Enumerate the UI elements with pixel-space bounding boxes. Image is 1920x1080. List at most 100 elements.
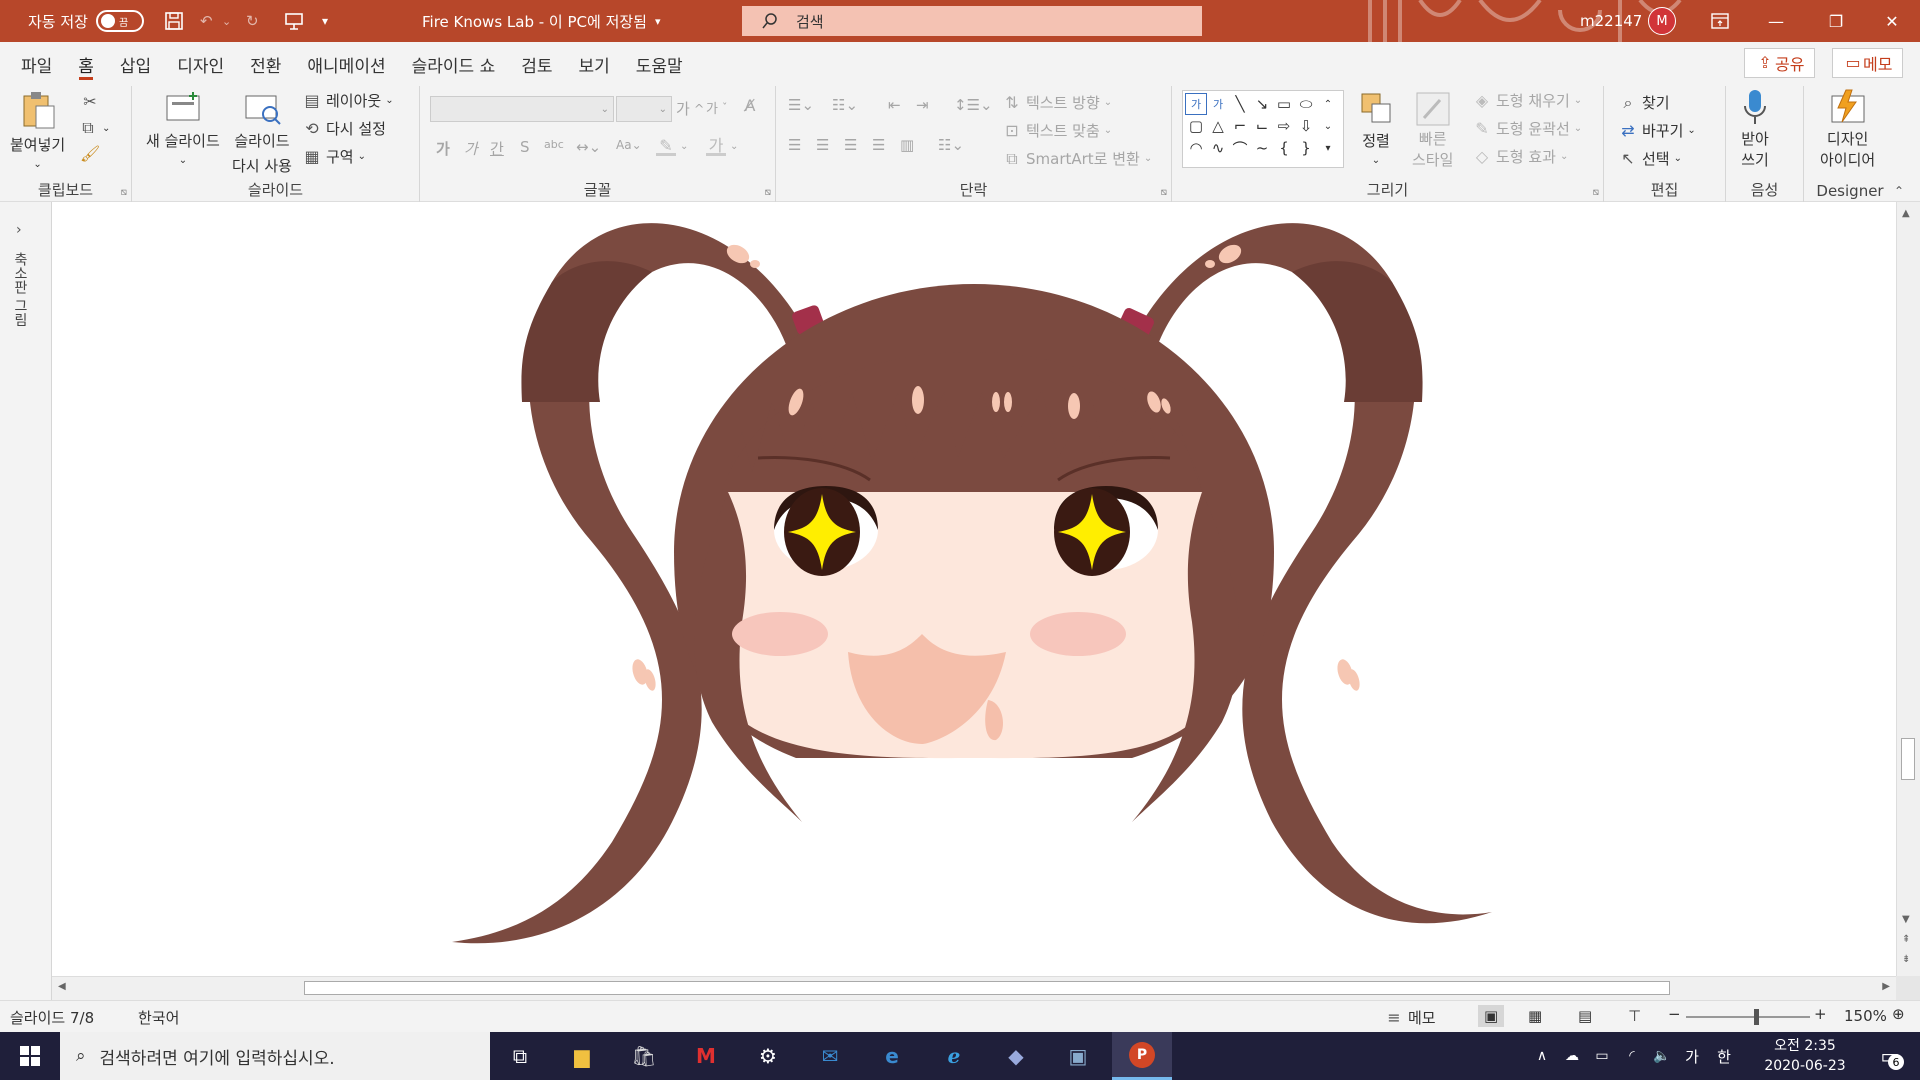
notification-center-icon[interactable]: ▭6	[1866, 1038, 1914, 1074]
mcafee-icon[interactable]: M	[682, 1038, 730, 1074]
search-box[interactable]: 검색	[742, 6, 1202, 36]
share-button[interactable]: ⇪ 공유	[1744, 48, 1816, 78]
reuse-slides-button[interactable]: 슬라이드 다시 사용	[232, 90, 292, 176]
ime-language-indicator[interactable]: 한	[1712, 1038, 1736, 1074]
strikethrough-button[interactable]: S	[520, 138, 530, 156]
show-hidden-icons[interactable]: ∧	[1530, 1038, 1554, 1074]
powerpoint-taskbar-icon[interactable]: P	[1112, 1032, 1172, 1080]
volume-icon[interactable]: 🔈	[1650, 1038, 1674, 1074]
slide-sorter-icon[interactable]: ▦	[1528, 1007, 1542, 1025]
new-slide-button[interactable]: 새 슬라이드 ⌄	[146, 90, 220, 166]
replace-button[interactable]: ⇄ 바꾸기 ⌄	[1618, 120, 1696, 141]
decrease-indent-icon[interactable]: ⇤	[888, 96, 901, 114]
reset-button[interactable]: ⟲ 다시 설정	[302, 118, 386, 139]
line-spacing-icon[interactable]: ↕☰⌄	[954, 96, 993, 114]
save-icon[interactable]	[164, 0, 184, 42]
change-case-icon[interactable]: Aa⌄	[616, 138, 642, 152]
zoom-slider[interactable]	[1686, 1016, 1810, 1018]
ribbon-display-icon[interactable]	[1690, 0, 1750, 42]
smartart-button[interactable]: ⧉ SmartArt로 변환 ⌄	[1002, 148, 1152, 169]
internet-explorer-icon[interactable]: ℯ	[930, 1038, 978, 1074]
previous-slide-icon[interactable]: ⇞	[1902, 934, 1910, 945]
collapse-ribbon-icon[interactable]: ⌃	[1894, 184, 1904, 198]
scroll-down-icon[interactable]: ▼	[1902, 914, 1910, 925]
language-indicator[interactable]: 한국어	[138, 1007, 179, 1028]
undo-dropdown-icon[interactable]: ⌄	[222, 0, 231, 42]
text-columns-icon[interactable]: ☷⌄	[938, 136, 964, 154]
find-button[interactable]: ⌕ 찾기	[1618, 92, 1670, 113]
windows-start-icon[interactable]	[6, 1038, 54, 1074]
zoom-slider-thumb[interactable]	[1754, 1009, 1759, 1025]
restore-icon[interactable]: ❐	[1806, 0, 1866, 42]
tab-transitions[interactable]: 전환	[237, 42, 294, 86]
clear-format-icon[interactable]: A̸	[740, 96, 760, 116]
shape-effects-button[interactable]: ◇ 도형 효과 ⌄	[1472, 146, 1569, 167]
slideshow-icon[interactable]: ⊤	[1628, 1007, 1641, 1025]
wifi-icon[interactable]: ◜	[1620, 1038, 1644, 1074]
tab-file[interactable]: 파일	[8, 42, 65, 86]
taskbar-search[interactable]: ⌕ 검색하려면 여기에 입력하십시오.	[60, 1032, 490, 1080]
tab-design[interactable]: 디자인	[164, 42, 237, 86]
cut-icon[interactable]: ✂	[80, 92, 100, 112]
zoom-out-icon[interactable]: −	[1668, 1005, 1681, 1023]
highlight-icon[interactable]: ✎ ⌄	[656, 136, 688, 156]
vertical-scroll-thumb[interactable]	[1901, 738, 1915, 780]
edge-icon[interactable]: e	[868, 1038, 916, 1074]
slide-illustration[interactable]	[52, 202, 1896, 976]
memo-button[interactable]: ▭ 메모	[1832, 48, 1904, 78]
next-slide-icon[interactable]: ⇟	[1902, 954, 1910, 965]
arrange-button[interactable]: 정렬 ⌄	[1358, 90, 1394, 166]
horizontal-scrollbar[interactable]: ◀ ▶	[52, 976, 1896, 1000]
align-right-icon[interactable]: ☰	[844, 136, 857, 154]
grow-font-icon[interactable]: 가 ^	[676, 98, 704, 119]
avatar[interactable]: M	[1648, 7, 1676, 35]
format-painter-icon[interactable]: 🖌	[80, 144, 100, 164]
clock[interactable]: 오전 2:35 2020-06-23	[1750, 1036, 1860, 1076]
present-icon[interactable]	[284, 0, 304, 42]
font-name-select[interactable]: ⌄	[430, 96, 614, 122]
fit-to-window-icon[interactable]: ⊕	[1892, 1005, 1905, 1023]
shrink-font-icon[interactable]: 가ˇ	[706, 98, 727, 117]
italic-button[interactable]: 가	[464, 138, 478, 159]
onedrive-icon[interactable]: ☁	[1560, 1038, 1584, 1074]
tab-help[interactable]: 도움말	[623, 42, 696, 86]
zoom-level[interactable]: 150%	[1844, 1007, 1887, 1025]
tab-home[interactable]: 홈	[65, 42, 107, 86]
copy-icon[interactable]: ⧉ ⌄	[78, 118, 110, 138]
tab-slideshow[interactable]: 슬라이드 쇼	[399, 42, 509, 86]
scroll-right-icon[interactable]: ▶	[1882, 981, 1890, 992]
dialog-launcher-icon[interactable]: ⧅	[765, 187, 771, 198]
font-color-icon[interactable]: 가 ⌄	[706, 136, 738, 156]
store-icon[interactable]: 🛍	[620, 1038, 668, 1074]
shadow-icon[interactable]: abc	[544, 138, 564, 151]
layout-button[interactable]: ▤ 레이아웃 ⌄	[302, 90, 393, 111]
tab-insert[interactable]: 삽입	[107, 42, 164, 86]
notes-button[interactable]: ≡ 메모	[1384, 1007, 1435, 1028]
align-left-icon[interactable]: ☰	[788, 136, 801, 154]
autosave-toggle[interactable]: 끔	[95, 10, 144, 32]
scroll-left-icon[interactable]: ◀	[58, 981, 66, 992]
close-icon[interactable]: ✕	[1862, 0, 1920, 42]
dialog-launcher-icon[interactable]: ⧅	[121, 187, 127, 198]
slide-canvas[interactable]	[52, 202, 1896, 976]
battery-icon[interactable]: ▭	[1590, 1038, 1614, 1074]
task-view-icon[interactable]: ⧉	[496, 1038, 544, 1074]
shape-outline-button[interactable]: ✎ 도형 윤곽선 ⌄	[1472, 118, 1582, 139]
underline-button[interactable]: 간	[490, 138, 504, 159]
text-direction-button[interactable]: ⇅ 텍스트 방향 ⌄	[1002, 92, 1112, 113]
columns-icon[interactable]: ▥	[900, 136, 914, 154]
dialog-launcher-icon[interactable]: ⧅	[1593, 187, 1599, 198]
zoom-in-icon[interactable]: +	[1814, 1005, 1827, 1023]
normal-view-icon[interactable]: ▣	[1478, 1005, 1505, 1027]
bold-button[interactable]: 가	[436, 138, 450, 159]
align-text-button[interactable]: ⊡ 텍스트 맞춤 ⌄	[1002, 120, 1112, 141]
justify-icon[interactable]: ☰	[872, 136, 885, 154]
undo-icon[interactable]: ↶	[200, 0, 213, 42]
align-center-icon[interactable]: ☰	[816, 136, 829, 154]
tab-review[interactable]: 검토	[508, 42, 565, 86]
horizontal-scroll-thumb[interactable]	[304, 981, 1670, 995]
expand-thumbnails-icon[interactable]: ›	[16, 222, 22, 238]
char-spacing-icon[interactable]: ↔⌄	[576, 138, 601, 156]
vertical-scrollbar[interactable]: ▲ ▼ ⇞ ⇟	[1896, 202, 1920, 976]
redo-icon[interactable]: ↻	[246, 0, 259, 42]
